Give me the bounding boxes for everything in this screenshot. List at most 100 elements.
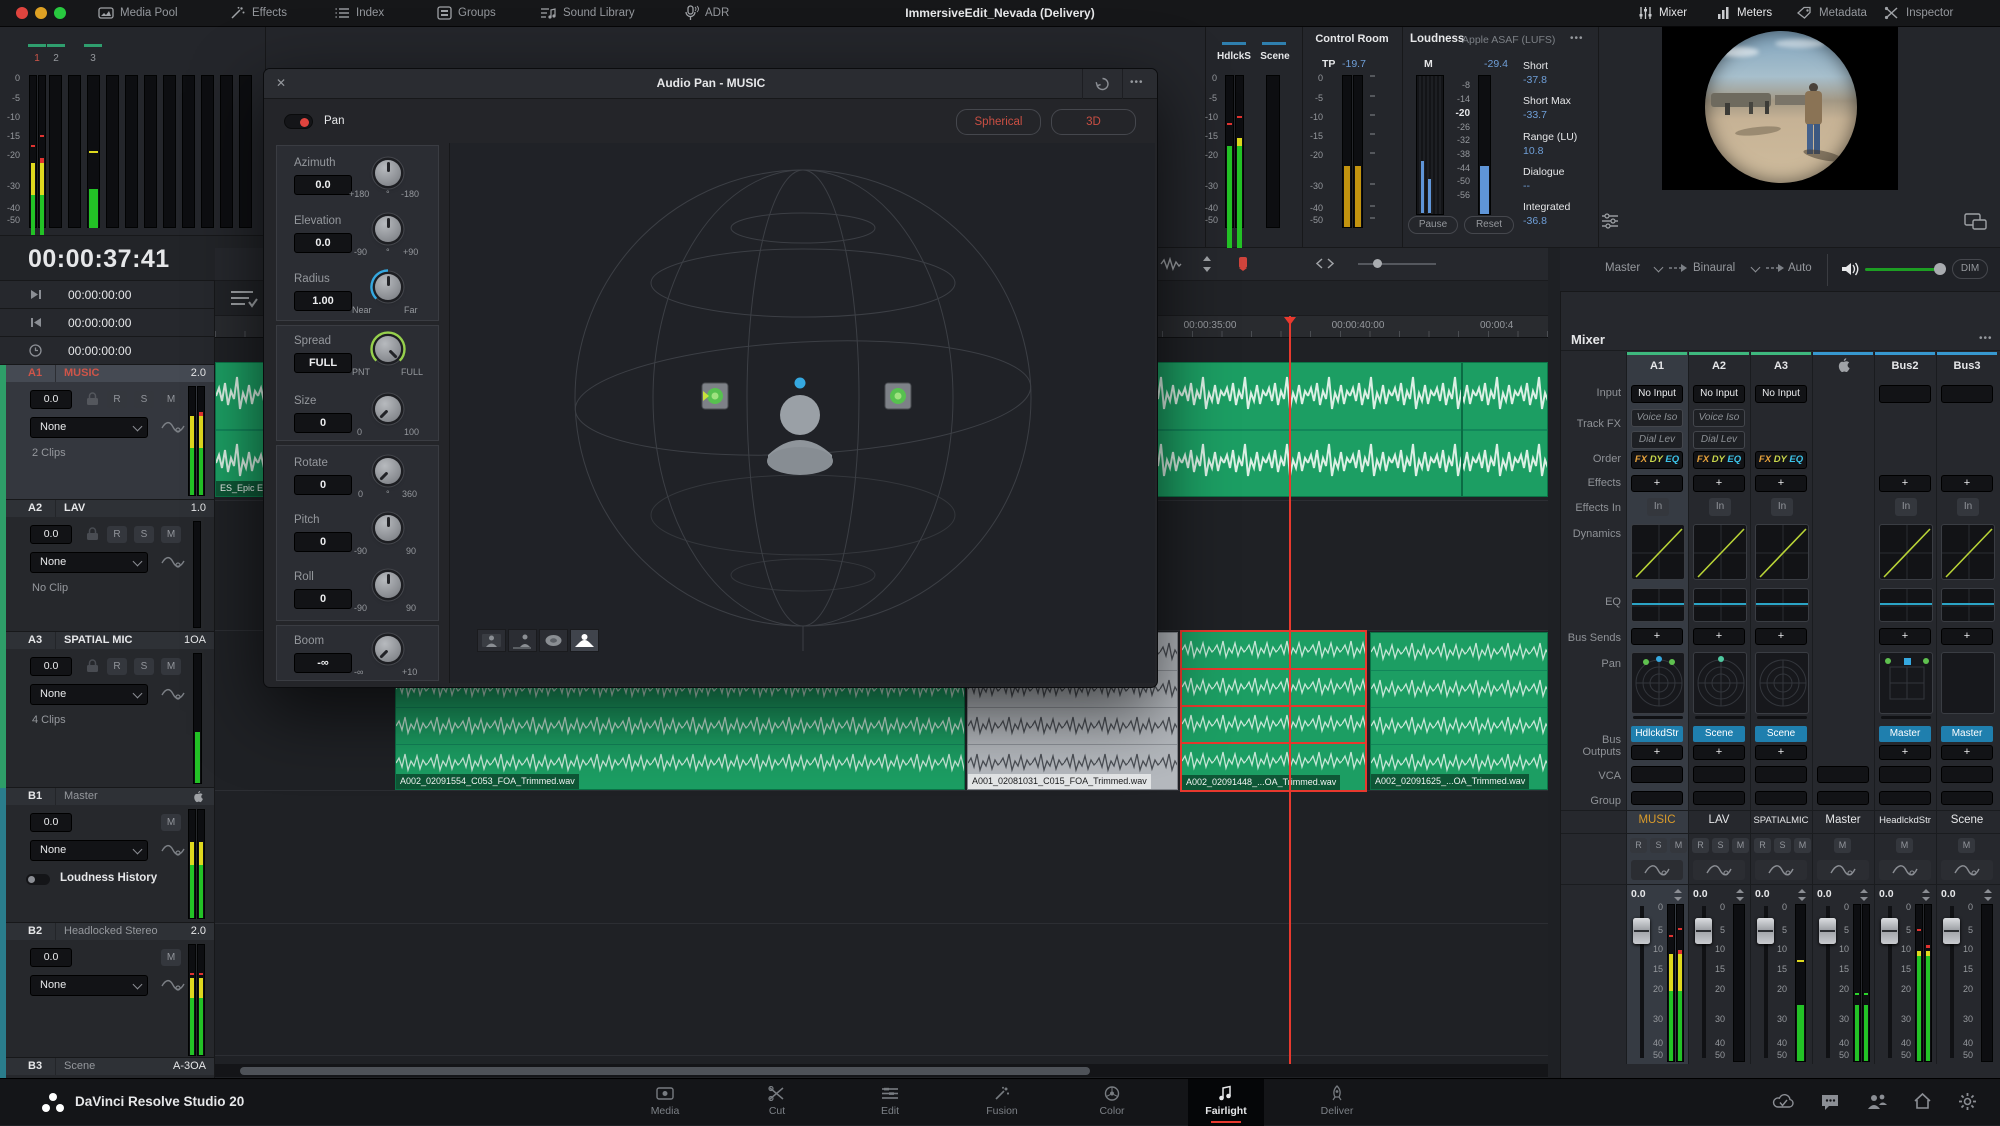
track-header-a2[interactable]: A2 LAV 1.0 0.0 R S M None No Clip [6, 500, 215, 632]
traffic-close-button[interactable] [16, 7, 28, 19]
track-header-a1[interactable]: A1 MUSIC 2.0 0.0 R S M None 2 Clips [6, 365, 215, 500]
roll-value[interactable]: 0 [294, 589, 352, 609]
pan-cell[interactable] [1879, 652, 1933, 714]
bus-send-button[interactable]: + [1941, 628, 1993, 645]
automation-icon[interactable] [161, 978, 185, 992]
loudness-history-toggle[interactable] [26, 874, 50, 885]
eq-cell[interactable] [1755, 588, 1809, 622]
rotate-value[interactable]: 0 [294, 475, 352, 495]
loudness-profile[interactable]: Apple ASAF (LUFS) [1462, 34, 1555, 46]
dynamics-cell[interactable] [1941, 524, 1995, 580]
meter-channel-label[interactable]: 1 [28, 53, 46, 64]
fader-handle[interactable] [1943, 918, 1960, 944]
add-bus-output-button[interactable]: + [1941, 745, 1993, 760]
mixer-ch-head[interactable]: A1 [1627, 360, 1687, 372]
add-effect-button[interactable]: + [1755, 475, 1807, 492]
effects-in-button[interactable]: In [1957, 498, 1979, 516]
track-gain[interactable]: 0.0 [30, 525, 72, 544]
mixer-ch-head[interactable]: Bus2 [1875, 360, 1935, 372]
speaker-icon[interactable] [1840, 260, 1860, 278]
mixer-mute-button[interactable]: M [1670, 838, 1687, 853]
track-header-b1[interactable]: B1 Master 0.0 M None Loudness History [6, 788, 215, 923]
mixer-menu-button[interactable]: ••• [1979, 333, 1993, 344]
home-icon[interactable] [1913, 1092, 1932, 1110]
mixer-ch-head-apple-icon[interactable] [1813, 357, 1873, 378]
track-header-b2[interactable]: B2 Headlocked Stereo 2.0 0.0 M None [6, 923, 215, 1058]
cloud-sync-icon[interactable] [1772, 1093, 1796, 1110]
vca-select[interactable] [1941, 766, 1993, 783]
automation-icon[interactable] [161, 843, 185, 857]
input-select[interactable]: No Input [1755, 385, 1807, 403]
playhead-marker[interactable] [1283, 316, 1297, 326]
mixer-mute-button[interactable]: M [1958, 838, 1975, 853]
view-side-button[interactable] [508, 629, 537, 652]
track-preset-dropdown[interactable]: None [30, 417, 148, 438]
track-preset-dropdown[interactable]: None [30, 684, 148, 705]
pitch-knob[interactable] [375, 515, 401, 541]
close-icon[interactable]: ✕ [276, 76, 286, 90]
track-header-b3[interactable]: B3 Scene A-3OA [6, 1058, 215, 1078]
vca-select[interactable] [1817, 766, 1869, 783]
gain-stepper[interactable] [1735, 889, 1745, 901]
tab-media[interactable]: Media [630, 1079, 700, 1126]
roll-knob[interactable] [375, 572, 401, 598]
mute-button[interactable]: M [161, 391, 181, 408]
fader-handle[interactable] [1633, 918, 1650, 944]
traffic-zoom-button[interactable] [54, 7, 66, 19]
dynamics-cell[interactable] [1693, 524, 1747, 580]
vca-select[interactable] [1755, 766, 1807, 783]
fader-handle[interactable] [1757, 918, 1774, 944]
view-back-button-active[interactable] [570, 629, 599, 652]
automation-icon[interactable] [161, 687, 185, 701]
elevation-knob[interactable] [375, 216, 401, 242]
size-knob[interactable] [375, 396, 401, 422]
mixer-mute-button[interactable]: M [1732, 838, 1749, 853]
add-bus-output-button[interactable]: + [1879, 745, 1931, 760]
group-select[interactable] [1879, 791, 1931, 805]
lock-icon[interactable] [86, 659, 99, 673]
mixer-solo-button[interactable]: S [1774, 838, 1791, 853]
monitor-volume-handle[interactable] [1934, 263, 1946, 275]
effects-in-button[interactable]: In [1771, 498, 1793, 516]
mute-button[interactable]: M [161, 814, 181, 831]
eq-cell[interactable] [1631, 588, 1685, 622]
strip-automation-icon[interactable] [1693, 860, 1745, 880]
automation-icon[interactable] [161, 420, 185, 434]
eq-cell[interactable] [1879, 588, 1933, 622]
group-select[interactable] [1817, 791, 1869, 805]
mode-3d-button[interactable]: 3D [1051, 109, 1136, 135]
fader-handle[interactable] [1819, 918, 1836, 944]
tab-fusion[interactable]: Fusion [967, 1079, 1037, 1126]
gain-stepper[interactable] [1673, 889, 1683, 901]
audio-clip-foa-4[interactable]: A002_02091625_...OA_Trimmed.wav [1370, 632, 1548, 790]
add-bus-output-button[interactable]: + [1631, 745, 1683, 760]
fader-handle[interactable] [1881, 918, 1898, 944]
history-icon[interactable] [1094, 76, 1111, 92]
expand-edit-icon[interactable] [1315, 257, 1335, 270]
eq-cell[interactable] [1693, 588, 1747, 622]
bus-send-button[interactable]: + [1879, 628, 1931, 645]
track-preset-dropdown[interactable]: None [30, 975, 148, 996]
meter-channel-label[interactable]: 3 [84, 53, 102, 64]
dynamics-cell[interactable] [1631, 524, 1685, 580]
bus-output-select[interactable]: Master [1941, 726, 1993, 742]
rotate-knob[interactable] [375, 458, 401, 484]
size-value[interactable]: 0 [294, 413, 352, 433]
gain-stepper[interactable] [1921, 889, 1931, 901]
vca-select[interactable] [1631, 766, 1683, 783]
eq-cell[interactable] [1941, 588, 1995, 622]
mute-button[interactable]: M [161, 949, 181, 966]
track-gain[interactable]: 0.0 [30, 813, 72, 832]
loudness-pause-button[interactable]: Pause [1408, 216, 1458, 234]
bus-meter-tab-hdlcks[interactable]: HdlckS [1212, 51, 1256, 62]
record-arm-button[interactable]: R [107, 526, 127, 543]
playhead[interactable] [1289, 316, 1291, 1064]
strip-automation-icon[interactable] [1755, 860, 1807, 880]
fx-order[interactable]: FX DY EQ [1755, 451, 1807, 469]
mixer-rec-button[interactable]: R [1630, 838, 1647, 853]
voice-iso-fx[interactable]: Voice Iso [1631, 409, 1683, 427]
bus-send-button[interactable]: + [1755, 628, 1807, 645]
dim-button[interactable]: DIM [1952, 259, 1988, 279]
hscrollbar-thumb[interactable] [240, 1067, 1090, 1075]
dynamics-cell[interactable] [1755, 524, 1809, 580]
